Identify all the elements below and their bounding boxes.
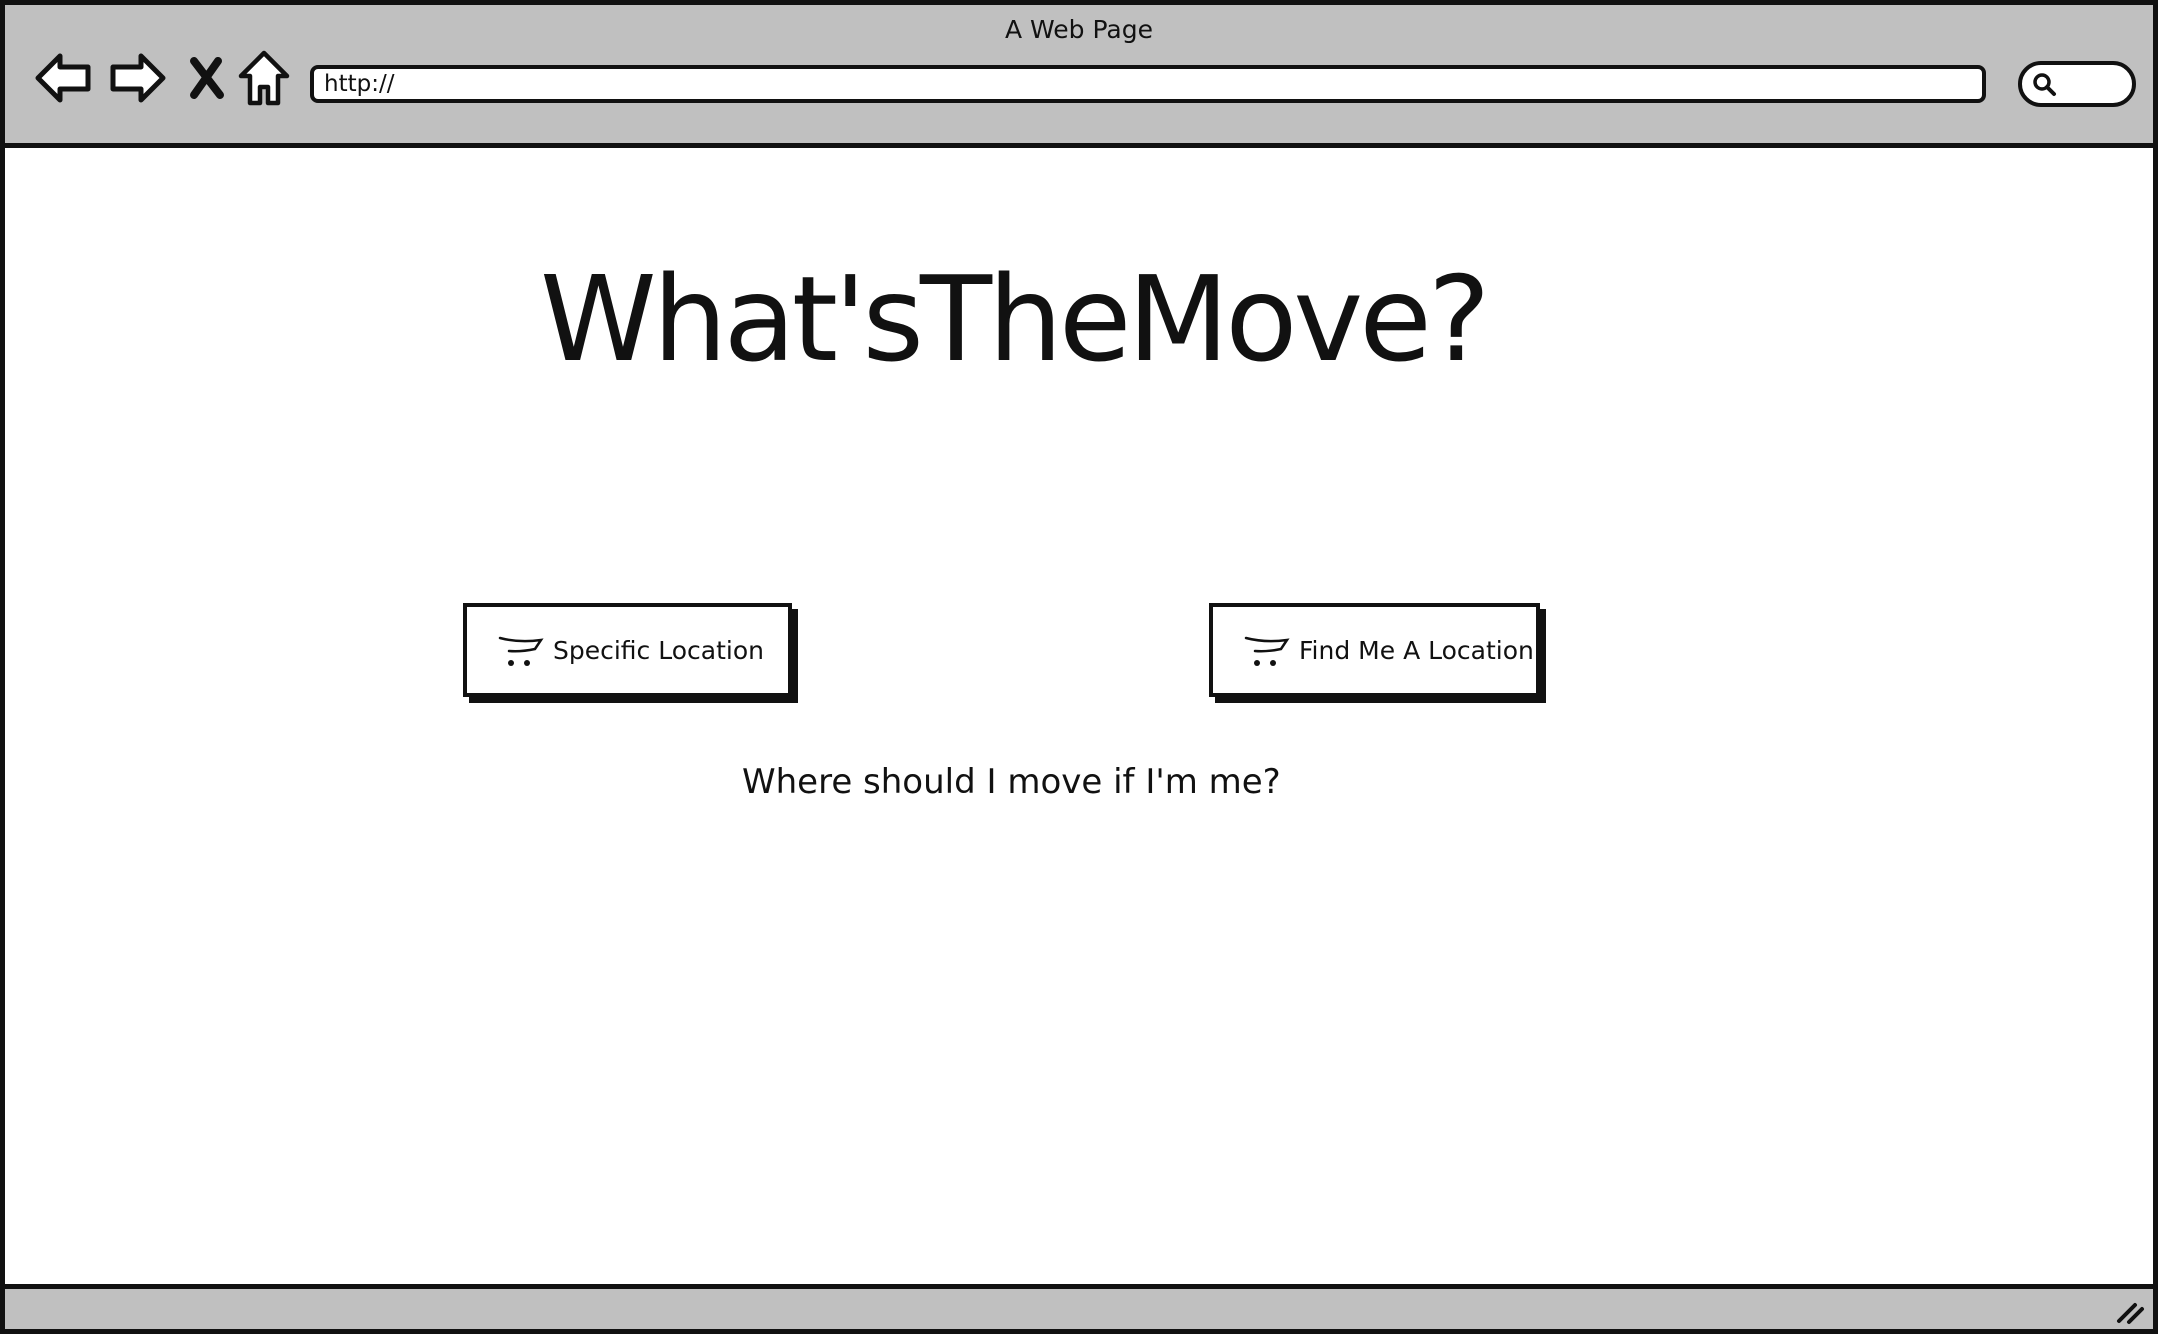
address-bar[interactable] <box>310 65 1986 103</box>
back-arrow-icon <box>35 53 91 103</box>
close-x-icon <box>190 57 224 99</box>
search-icon <box>2033 73 2056 96</box>
specific-location-button[interactable]: Specific Location <box>463 603 792 697</box>
window-title: A Web Page <box>1004 15 1154 44</box>
status-bar <box>5 1284 2153 1329</box>
cart-icon <box>498 636 544 666</box>
find-me-a-location-label: Find Me A Location <box>1299 635 1534 665</box>
tagline: Where should I move if I'm me? <box>742 762 1281 802</box>
home-icon <box>238 50 290 106</box>
browser-window: A Web Page http:// What'sTheMove? Specif… <box>0 0 2158 1334</box>
cart-icon <box>1244 636 1290 666</box>
browser-search-field[interactable] <box>2018 61 2136 107</box>
forward-button[interactable] <box>106 47 168 109</box>
forward-arrow-icon <box>110 53 166 103</box>
stop-button[interactable] <box>175 47 237 109</box>
home-button[interactable] <box>233 47 295 109</box>
page-title: What'sTheMove? <box>540 250 1490 388</box>
find-me-a-location-button[interactable]: Find Me A Location <box>1209 603 1540 697</box>
browser-toolbar: A Web Page <box>5 5 2153 148</box>
resize-grip-icon[interactable] <box>2113 1297 2145 1325</box>
specific-location-label: Specific Location <box>553 635 764 665</box>
back-button[interactable] <box>33 47 95 109</box>
